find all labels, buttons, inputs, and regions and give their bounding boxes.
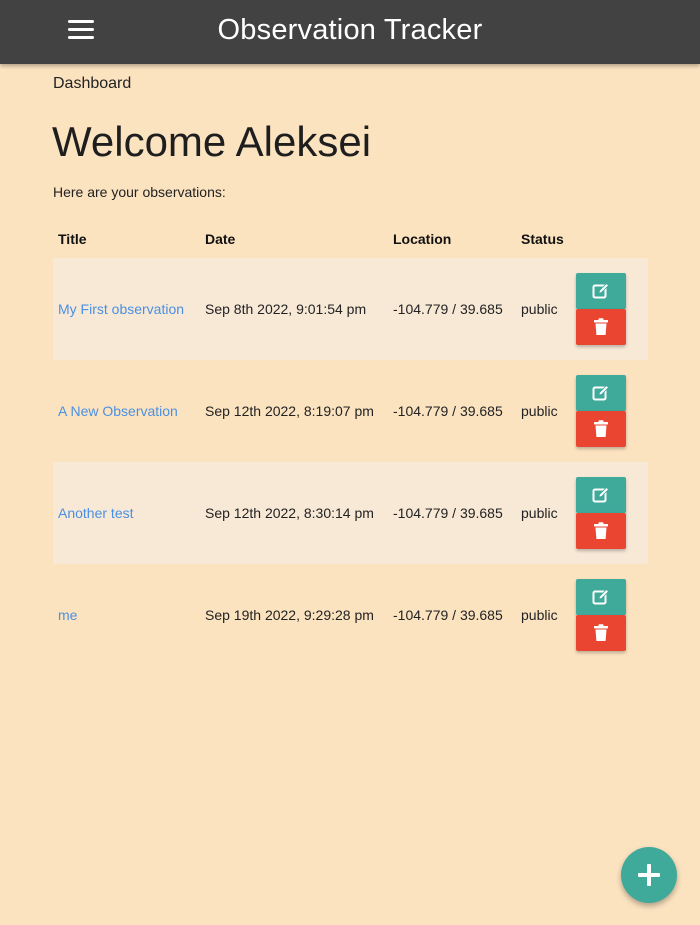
breadcrumb[interactable]: Dashboard [53,75,131,93]
location-cell: -104.779 / 39.685 [393,505,503,521]
delete-button[interactable] [576,309,626,345]
delete-button[interactable] [576,411,626,447]
row-actions [576,375,626,447]
title-cell: A New Observation [58,403,178,419]
edit-icon [592,588,610,605]
page-subtitle: Here are your observations: [53,184,226,200]
observation-title-link[interactable]: My First observation [58,301,184,317]
edit-button[interactable] [576,477,626,513]
edit-button[interactable] [576,375,626,411]
top-navbar: Observation Tracker [0,0,700,64]
title-cell: me [58,607,77,623]
date-cell: Sep 8th 2022, 9:01:54 pm [205,301,367,317]
title-cell: My First observation [58,301,184,317]
observation-title-link[interactable]: Another test [58,505,134,521]
row-actions [576,273,626,345]
observation-title-link[interactable]: me [58,607,77,623]
location-cell: -104.779 / 39.685 [393,301,503,317]
trash-icon [594,318,608,335]
edit-button[interactable] [576,579,626,615]
column-header-date: Date [205,231,236,247]
row-actions [576,579,626,651]
date-cell: Sep 12th 2022, 8:19:07 pm [205,403,374,419]
column-header-title: Title [58,231,87,247]
table-header: Title Date Location Status [53,220,648,258]
app-title: Observation Tracker [217,14,483,46]
page-title: Welcome Aleksei [52,118,372,165]
edit-icon [592,384,610,401]
trash-icon [594,420,608,437]
edit-icon [592,486,610,503]
title-cell: Another test [58,505,134,521]
row-actions [576,477,626,549]
status-cell: public [521,403,558,419]
status-cell: public [521,505,558,521]
plus-icon [638,864,660,886]
table-row: Another test Sep 12th 2022, 8:30:14 pm -10… [53,462,648,564]
column-header-status: Status [521,231,564,247]
status-cell: public [521,607,558,623]
edit-button[interactable] [576,273,626,309]
observations-table: Title Date Location Status My First obse… [53,220,648,666]
observation-title-link[interactable]: A New Observation [58,403,178,419]
trash-icon [594,624,608,641]
location-cell: -104.779 / 39.685 [393,607,503,623]
delete-button[interactable] [576,513,626,549]
table-row: A New Observation Sep 12th 2022, 8:19:07 … [53,360,648,462]
edit-icon [592,282,610,299]
trash-icon [594,522,608,539]
status-cell: public [521,301,558,317]
table-row: me Sep 19th 2022, 9:29:28 pm -104.779 / 39… [53,564,648,666]
date-cell: Sep 19th 2022, 9:29:28 pm [205,607,374,623]
delete-button[interactable] [576,615,626,651]
table-row: My First observation Sep 8th 2022, 9:01:5… [53,258,648,360]
add-observation-button[interactable] [621,847,677,903]
column-header-location: Location [393,231,452,247]
date-cell: Sep 12th 2022, 8:30:14 pm [205,505,374,521]
location-cell: -104.779 / 39.685 [393,403,503,419]
